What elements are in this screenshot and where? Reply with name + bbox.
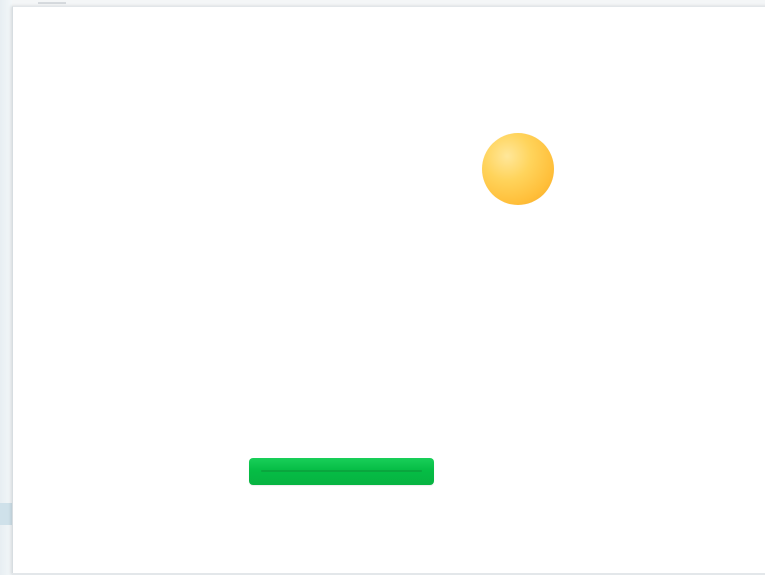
game-canvas[interactable] bbox=[12, 6, 765, 575]
paddle-icon[interactable] bbox=[249, 458, 434, 485]
background-window-strip bbox=[0, 0, 12, 575]
screen bbox=[0, 0, 765, 575]
ball-icon bbox=[482, 133, 554, 205]
paddle-groove bbox=[261, 470, 422, 472]
background-window-band bbox=[0, 503, 12, 525]
top-edge-mark bbox=[38, 2, 66, 4]
